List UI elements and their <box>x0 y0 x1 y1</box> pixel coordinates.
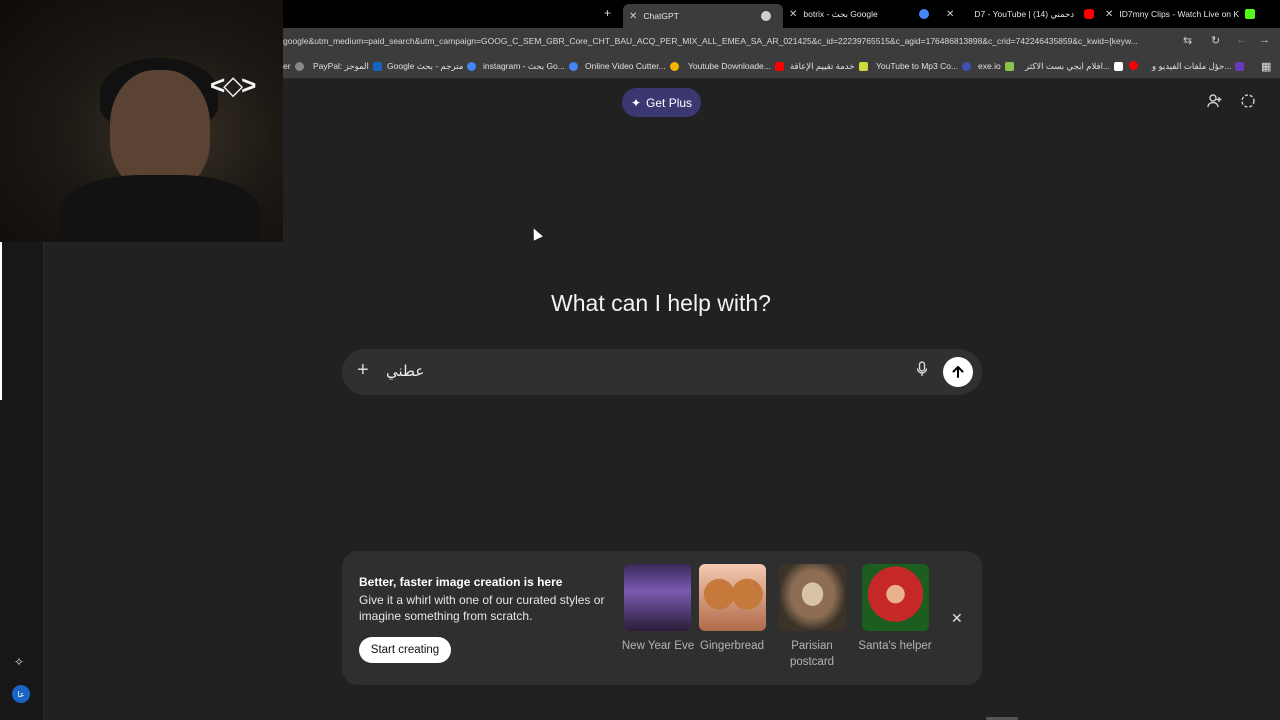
google-icon <box>568 62 578 71</box>
tab-title: ID7mny Clips - Watch Live on K <box>1119 9 1240 19</box>
webcam-person-body <box>60 175 260 242</box>
get-plus-button[interactable]: ✦ Get Plus <box>622 88 701 117</box>
back-icon[interactable]: ← <box>1236 34 1247 46</box>
temporary-chat-icon[interactable] <box>1239 93 1257 111</box>
bookmark-label: خدمة تقييم الإعاقة <box>790 61 855 71</box>
style-caption: Santa's helper <box>858 640 932 652</box>
close-tab-icon[interactable]: ✕ <box>629 11 637 22</box>
bookmark-favicon-icon <box>962 61 972 71</box>
sparkle-icon: ✦ <box>630 95 642 110</box>
bookmark-item[interactable]: PayPal: الموجز <box>313 61 386 72</box>
prompt-input[interactable]: عطني <box>386 362 424 380</box>
youtube-icon <box>1129 61 1138 70</box>
bookmark-item[interactable]: YouTube to Mp3 Co... <box>876 61 975 71</box>
url-field[interactable]: google&utm_medium=paid_search&utm_campai… <box>283 36 1176 46</box>
close-tab-icon[interactable]: ✕ <box>1105 9 1113 20</box>
promo-description: Give it a whirl with one of our curated … <box>359 593 605 623</box>
webcam-overlay: <◇> <box>0 0 283 242</box>
arrow-up-icon <box>952 366 964 378</box>
style-caption: New Year Eve <box>621 640 695 652</box>
close-promo-icon[interactable]: ✕ <box>951 610 963 627</box>
bookmark-item[interactable]: Google مترجم - بحث <box>387 61 480 72</box>
paypal-icon <box>372 62 382 71</box>
downloader-icon <box>774 61 784 71</box>
bookmark-item[interactable]: افلام ايجي بست الاكثر... <box>1025 61 1127 72</box>
video-cutter-icon <box>669 61 679 71</box>
microphone-icon[interactable] <box>916 361 928 380</box>
tab-title: D7 - YouTube | (14) دحمني <box>974 8 1075 19</box>
bookmark-favicon-icon <box>858 62 868 71</box>
new-tab-button[interactable]: + <box>604 6 611 20</box>
style-thumb-gingerbread[interactable] <box>699 564 766 631</box>
kick-favicon-icon <box>1245 9 1256 19</box>
tab-youtube[interactable]: ✕ D7 - YouTube | (14) دحمني <box>946 4 1094 24</box>
tab-kick[interactable]: ✕ ID7mny Clips - Watch Live on K <box>1105 4 1275 24</box>
bookmark-favicon-icon <box>1114 62 1124 71</box>
style-thumb-parisian-postcard[interactable] <box>779 564 846 631</box>
tab-chatgpt[interactable]: ✕ ChatGPT <box>623 4 783 28</box>
prompt-composer[interactable]: + عطني <box>342 349 982 395</box>
bookmark-item[interactable]: خدمة تقييم الإعاقة <box>790 61 872 72</box>
style-thumb-santas-helper[interactable] <box>862 564 929 631</box>
streamer-logo-icon: <◇> <box>210 70 256 100</box>
bookmark-item[interactable]: er <box>283 61 308 71</box>
bookmark-label: حؤل ملفات الفيديو و... <box>1152 61 1232 71</box>
bookmark-favicon-icon <box>1235 62 1245 71</box>
bookmark-item[interactable] <box>1125 61 1142 70</box>
bookmark-item[interactable]: instagram - بحث Go... <box>483 61 582 72</box>
chatgpt-favicon-icon <box>761 11 772 21</box>
mouse-cursor-icon <box>529 226 543 241</box>
sparkle-icon[interactable]: ✧ <box>14 655 24 669</box>
google-favicon-icon <box>919 9 930 19</box>
close-tab-icon[interactable]: ✕ <box>789 9 797 20</box>
bookmark-item[interactable]: Online Video Cutter... <box>585 61 683 71</box>
style-caption: Parisian postcard <box>789 640 835 668</box>
bookmark-label: YouTube to Mp3 Co... <box>876 61 959 71</box>
bookmark-favicon-icon <box>1004 61 1014 71</box>
bookmark-item[interactable]: Youtube Downloade... <box>688 61 788 71</box>
page-title: What can I help with? <box>551 290 771 316</box>
reload-icon[interactable]: ↻ <box>1211 34 1220 47</box>
all-bookmarks-icon[interactable]: ▦ <box>1261 60 1271 73</box>
tab-title: botrix - بحث Google <box>803 8 878 19</box>
google-icon <box>467 62 477 71</box>
bookmark-label: er <box>283 61 291 71</box>
window-edge <box>0 242 2 400</box>
attach-plus-icon[interactable]: + <box>357 359 369 382</box>
bookmark-label: Google مترجم - بحث <box>387 61 464 71</box>
bookmark-label: PayPal: الموجز <box>313 61 369 71</box>
bookmark-label: exe.io <box>978 61 1001 71</box>
image-creation-promo: Better, faster image creation is here Gi… <box>342 551 982 685</box>
bookmark-favicon-icon <box>294 61 304 71</box>
bookmark-label: Youtube Downloade... <box>688 61 771 71</box>
start-creating-button[interactable]: Start creating <box>359 637 451 663</box>
site-settings-icon[interactable]: ⇆ <box>1183 34 1192 47</box>
get-plus-label: Get Plus <box>646 95 693 110</box>
bookmark-label: instagram - بحث Go... <box>483 61 565 71</box>
promo-title: Better, faster image creation is here <box>359 575 563 589</box>
bookmark-label: Online Video Cutter... <box>585 61 666 71</box>
style-thumb-new-year-eve[interactable] <box>624 564 691 631</box>
youtube-favicon-icon <box>1084 9 1094 19</box>
send-button[interactable] <box>943 357 973 387</box>
bookmark-label: افلام ايجي بست الاكثر... <box>1025 61 1111 71</box>
forward-icon[interactable]: → <box>1259 34 1270 46</box>
avatar[interactable]: عا <box>12 685 30 703</box>
add-user-icon[interactable] <box>1206 93 1224 111</box>
close-tab-icon[interactable]: ✕ <box>946 9 954 20</box>
tab-botrix-search[interactable]: ✕ botrix - بحث Google <box>789 4 935 24</box>
tab-title: ChatGPT <box>643 11 679 21</box>
bookmark-item[interactable]: exe.io <box>978 61 1018 71</box>
bookmark-item[interactable]: حؤل ملفات الفيديو و... <box>1152 61 1248 72</box>
webcam-person-face <box>110 70 210 190</box>
style-caption: Gingerbread <box>700 640 764 652</box>
